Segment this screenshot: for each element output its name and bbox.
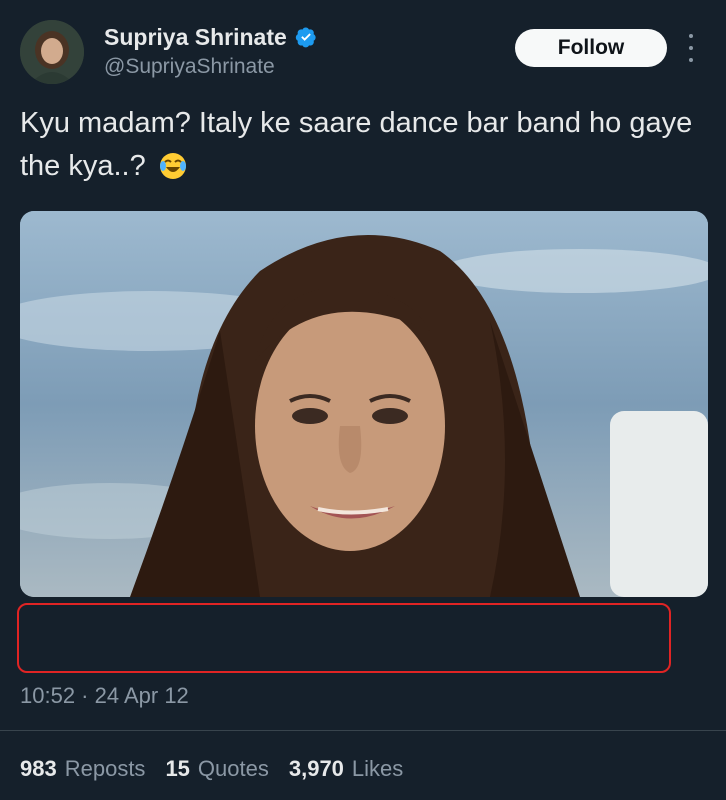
more-vertical-icon[interactable]: [684, 34, 698, 62]
tweet-header: Supriya Shrinate @SupriyaShrinate Follow: [0, 0, 726, 95]
engagement-stats: 983 Reposts 15 Quotes 3,970 Likes: [20, 756, 403, 782]
reposts-label: Reposts: [64, 756, 146, 781]
follow-button[interactable]: Follow: [515, 29, 667, 67]
tweet-text: Kyu madam? Italy ke saare dance bar band…: [20, 102, 700, 194]
author-name-row: Supriya Shrinate: [104, 23, 317, 51]
likes-label: Likes: [351, 756, 404, 781]
quotes-stat[interactable]: 15 Quotes: [165, 756, 268, 782]
tweet-media-photo[interactable]: [20, 211, 708, 597]
author-display-name[interactable]: Supriya Shrinate: [104, 24, 287, 51]
quotes-count: 15: [165, 756, 190, 781]
tweet-timestamp[interactable]: 10:52 · 24 Apr 12: [20, 683, 189, 709]
avatar-photo-icon: [20, 20, 84, 84]
author-handle[interactable]: @SupriyaShrinate: [104, 55, 275, 79]
highlight-box: [17, 603, 671, 673]
reposts-stat[interactable]: 983 Reposts: [20, 756, 145, 782]
tears-of-joy-emoji-icon: [158, 151, 188, 194]
reposts-count: 983: [20, 756, 57, 781]
likes-stat[interactable]: 3,970 Likes: [289, 756, 403, 782]
quotes-label: Quotes: [197, 756, 269, 781]
verified-badge-icon: [295, 26, 317, 48]
likes-count: 3,970: [288, 756, 344, 781]
divider: [0, 730, 726, 731]
portrait-photo-icon: [20, 211, 708, 597]
avatar[interactable]: [20, 20, 84, 84]
tweet-body: Kyu madam? Italy ke saare dance bar band…: [20, 107, 693, 182]
